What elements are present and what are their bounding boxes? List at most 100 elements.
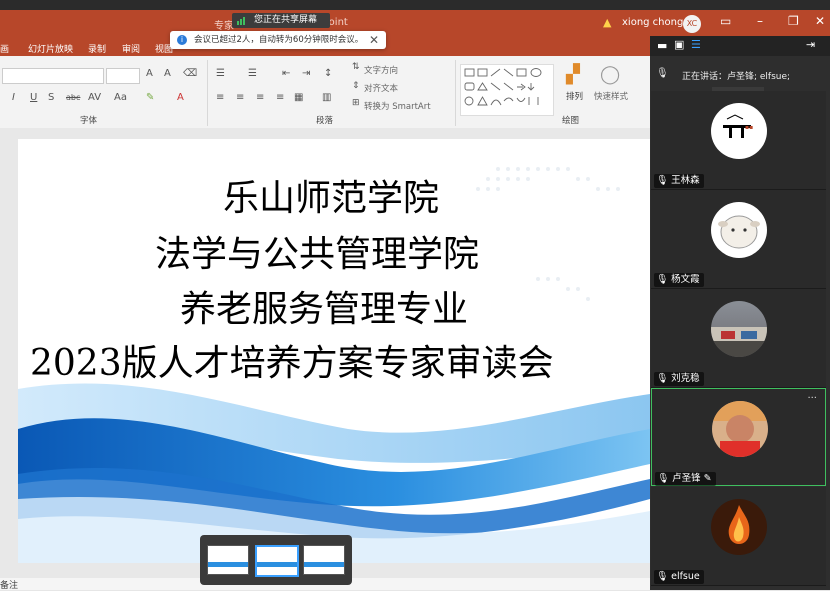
participant-tile[interactable]: 🎙 刘克稳 [651,289,826,388]
columns-icon[interactable]: ▥ [322,92,331,103]
avatar[interactable]: XC [683,15,701,33]
window-title-left: 专家 [214,21,234,32]
underline-button[interactable]: U [30,92,37,103]
notes-label: 备注 [0,581,19,591]
line-spacing-icon[interactable]: ↕ [324,68,332,79]
more-options-button[interactable]: ··· [807,393,817,404]
close-notice-button[interactable]: ✕ [369,31,379,49]
align-right-icon[interactable]: ≡ [256,92,264,103]
participant-name: 🎙 卢圣锋 ✎ [655,472,716,486]
participant-name: 🎙 杨文霞 [654,273,704,287]
highlight-icon[interactable]: ✎ [146,92,154,103]
strikethrough-button[interactable]: abc [66,93,80,102]
align-text-label[interactable]: 对齐文本 [364,82,398,94]
distribute-icon[interactable]: ▦ [294,92,303,103]
ribbon-display-icon[interactable]: ▭ [720,14,731,28]
slide-title-line-3: 养老服务管理专业 [180,289,469,330]
speaking-bar: 🎙 正在讲话：卢圣锋; elfsue; [650,62,830,86]
text-direction-label[interactable]: 文字方向 [364,64,398,76]
warning-icon[interactable]: ▲ [603,16,611,29]
edit-icon[interactable]: ✎ [701,473,712,484]
group-label-drawing: 绘图 [562,116,580,126]
ribbon: A A ⌫ I U S abc AV Aa ✎ A 字体 ☰ ☰ ⇤ ⇥ ↕ ≡… [0,56,650,129]
quick-styles-label[interactable]: 快速样式 [594,90,628,102]
participant-tile[interactable]: 🎙 杨文霞 [651,190,826,289]
mic-icon: 🎙 [656,68,669,79]
panel-toolbar: ▬ ▣ ☰ ⇥ [650,36,830,56]
group-label-paragraph: 段落 [316,116,334,126]
shadow-button[interactable]: S [48,92,54,103]
smartart-icon[interactable]: ⊞ [352,98,360,108]
shapes-gallery[interactable] [460,64,554,116]
logo-icon: ▪▪ [723,114,753,138]
divider [455,60,456,126]
avatar [711,301,767,357]
justify-icon[interactable]: ≡ [276,92,284,103]
text-direction-icon[interactable]: ⇅ [352,62,360,72]
slide-canvas[interactable]: 乐山师范学院 法学与公共管理学院 养老服务管理专业 2023版人才培养方案专家审… [18,139,650,563]
participant-tile-active[interactable]: ··· 🎙 卢圣锋 ✎ [651,388,826,486]
meeting-limit-notice: i 会议已超过2人，自动转为60分钟限时会议。 ✕ [170,31,386,49]
participant-name: 🎙 elfsue [654,570,704,584]
align-left-icon[interactable]: ≡ [216,92,224,103]
tab-record[interactable]: 录制 [88,42,106,55]
font-name-box[interactable] [2,68,104,84]
sharing-label: 您正在共享屏幕 [254,15,318,25]
group-label-font: 字体 [80,116,98,126]
top-strip [0,0,830,10]
sheep-icon [718,215,760,249]
photo-icon [711,327,767,357]
participant-tile[interactable]: 🎙 elfsue [651,487,826,586]
change-case-button[interactable]: Aa [114,92,127,103]
close-icon[interactable]: ✕ [815,14,825,28]
restore-icon[interactable]: ❐ [788,14,799,28]
participant-name: 🎙 刘克稳 [654,372,704,386]
align-center-icon[interactable]: ≡ [236,92,244,103]
grow-font-icon[interactable]: A [146,68,153,79]
photo-icon [712,401,768,457]
italic-button[interactable]: I [12,92,15,103]
fire-icon [728,505,750,544]
user-name[interactable]: xiong chong [622,17,683,28]
align-text-icon[interactable]: ⇕ [352,81,360,91]
mic-muted-icon: 🎙 [656,373,672,384]
tab-review[interactable]: 审阅 [122,42,140,55]
numbering-icon[interactable]: ☰ [248,68,257,79]
collapse-icon[interactable]: ⇥ [806,38,815,51]
font-size-box[interactable] [106,68,140,84]
char-spacing-button[interactable]: AV [88,92,101,103]
avatar [711,499,767,555]
smartart-label[interactable]: 转换为 SmartArt [364,100,431,112]
tab-slideshow[interactable]: 幻灯片放映 [28,42,73,55]
tab-draw[interactable]: 画 [0,42,9,55]
slide-title-line-1: 乐山师范学院 [223,178,440,219]
minimize-icon[interactable]: ▬ [657,39,667,52]
arrange-label[interactable]: 排列 [566,90,583,102]
shrink-font-icon[interactable]: A [164,68,171,79]
decrease-indent-icon[interactable]: ⇤ [282,68,290,79]
arrange-icon[interactable]: ▞ [566,64,580,85]
window-icon[interactable]: ▣ [674,38,684,51]
thumbnail-selected[interactable] [255,545,299,577]
speaking-label: 正在讲话：卢圣锋; elfsue; [682,72,791,82]
clear-format-icon[interactable]: ⌫ [183,68,197,79]
svg-text:▪▪: ▪▪ [745,124,753,131]
info-icon: i [177,35,187,45]
font-color-button[interactable]: A [177,92,184,103]
increase-indent-icon[interactable]: ⇥ [302,68,310,79]
mic-icon: 🎙 [657,473,673,484]
quick-styles-icon[interactable]: ◯ [600,64,620,85]
signal-icon [237,17,245,25]
screen-sharing-badge[interactable]: 您正在共享屏幕 [232,13,330,28]
shapes-icon [464,68,542,106]
participant-name: 🎙 王林森 [654,174,704,188]
list-view-icon[interactable]: ☰ [691,38,701,51]
bullets-icon[interactable]: ☰ [216,68,225,79]
mic-muted-icon: 🎙 [656,274,672,285]
thumbnail[interactable] [207,545,249,575]
participant-tile[interactable]: ▪▪ 🎙 王林森 [651,91,826,190]
notice-text: 会议已超过2人，自动转为60分钟限时会议。 [194,35,364,45]
minimize-icon[interactable]: – [757,14,763,28]
avatar [711,202,767,258]
thumbnail[interactable] [303,545,345,575]
